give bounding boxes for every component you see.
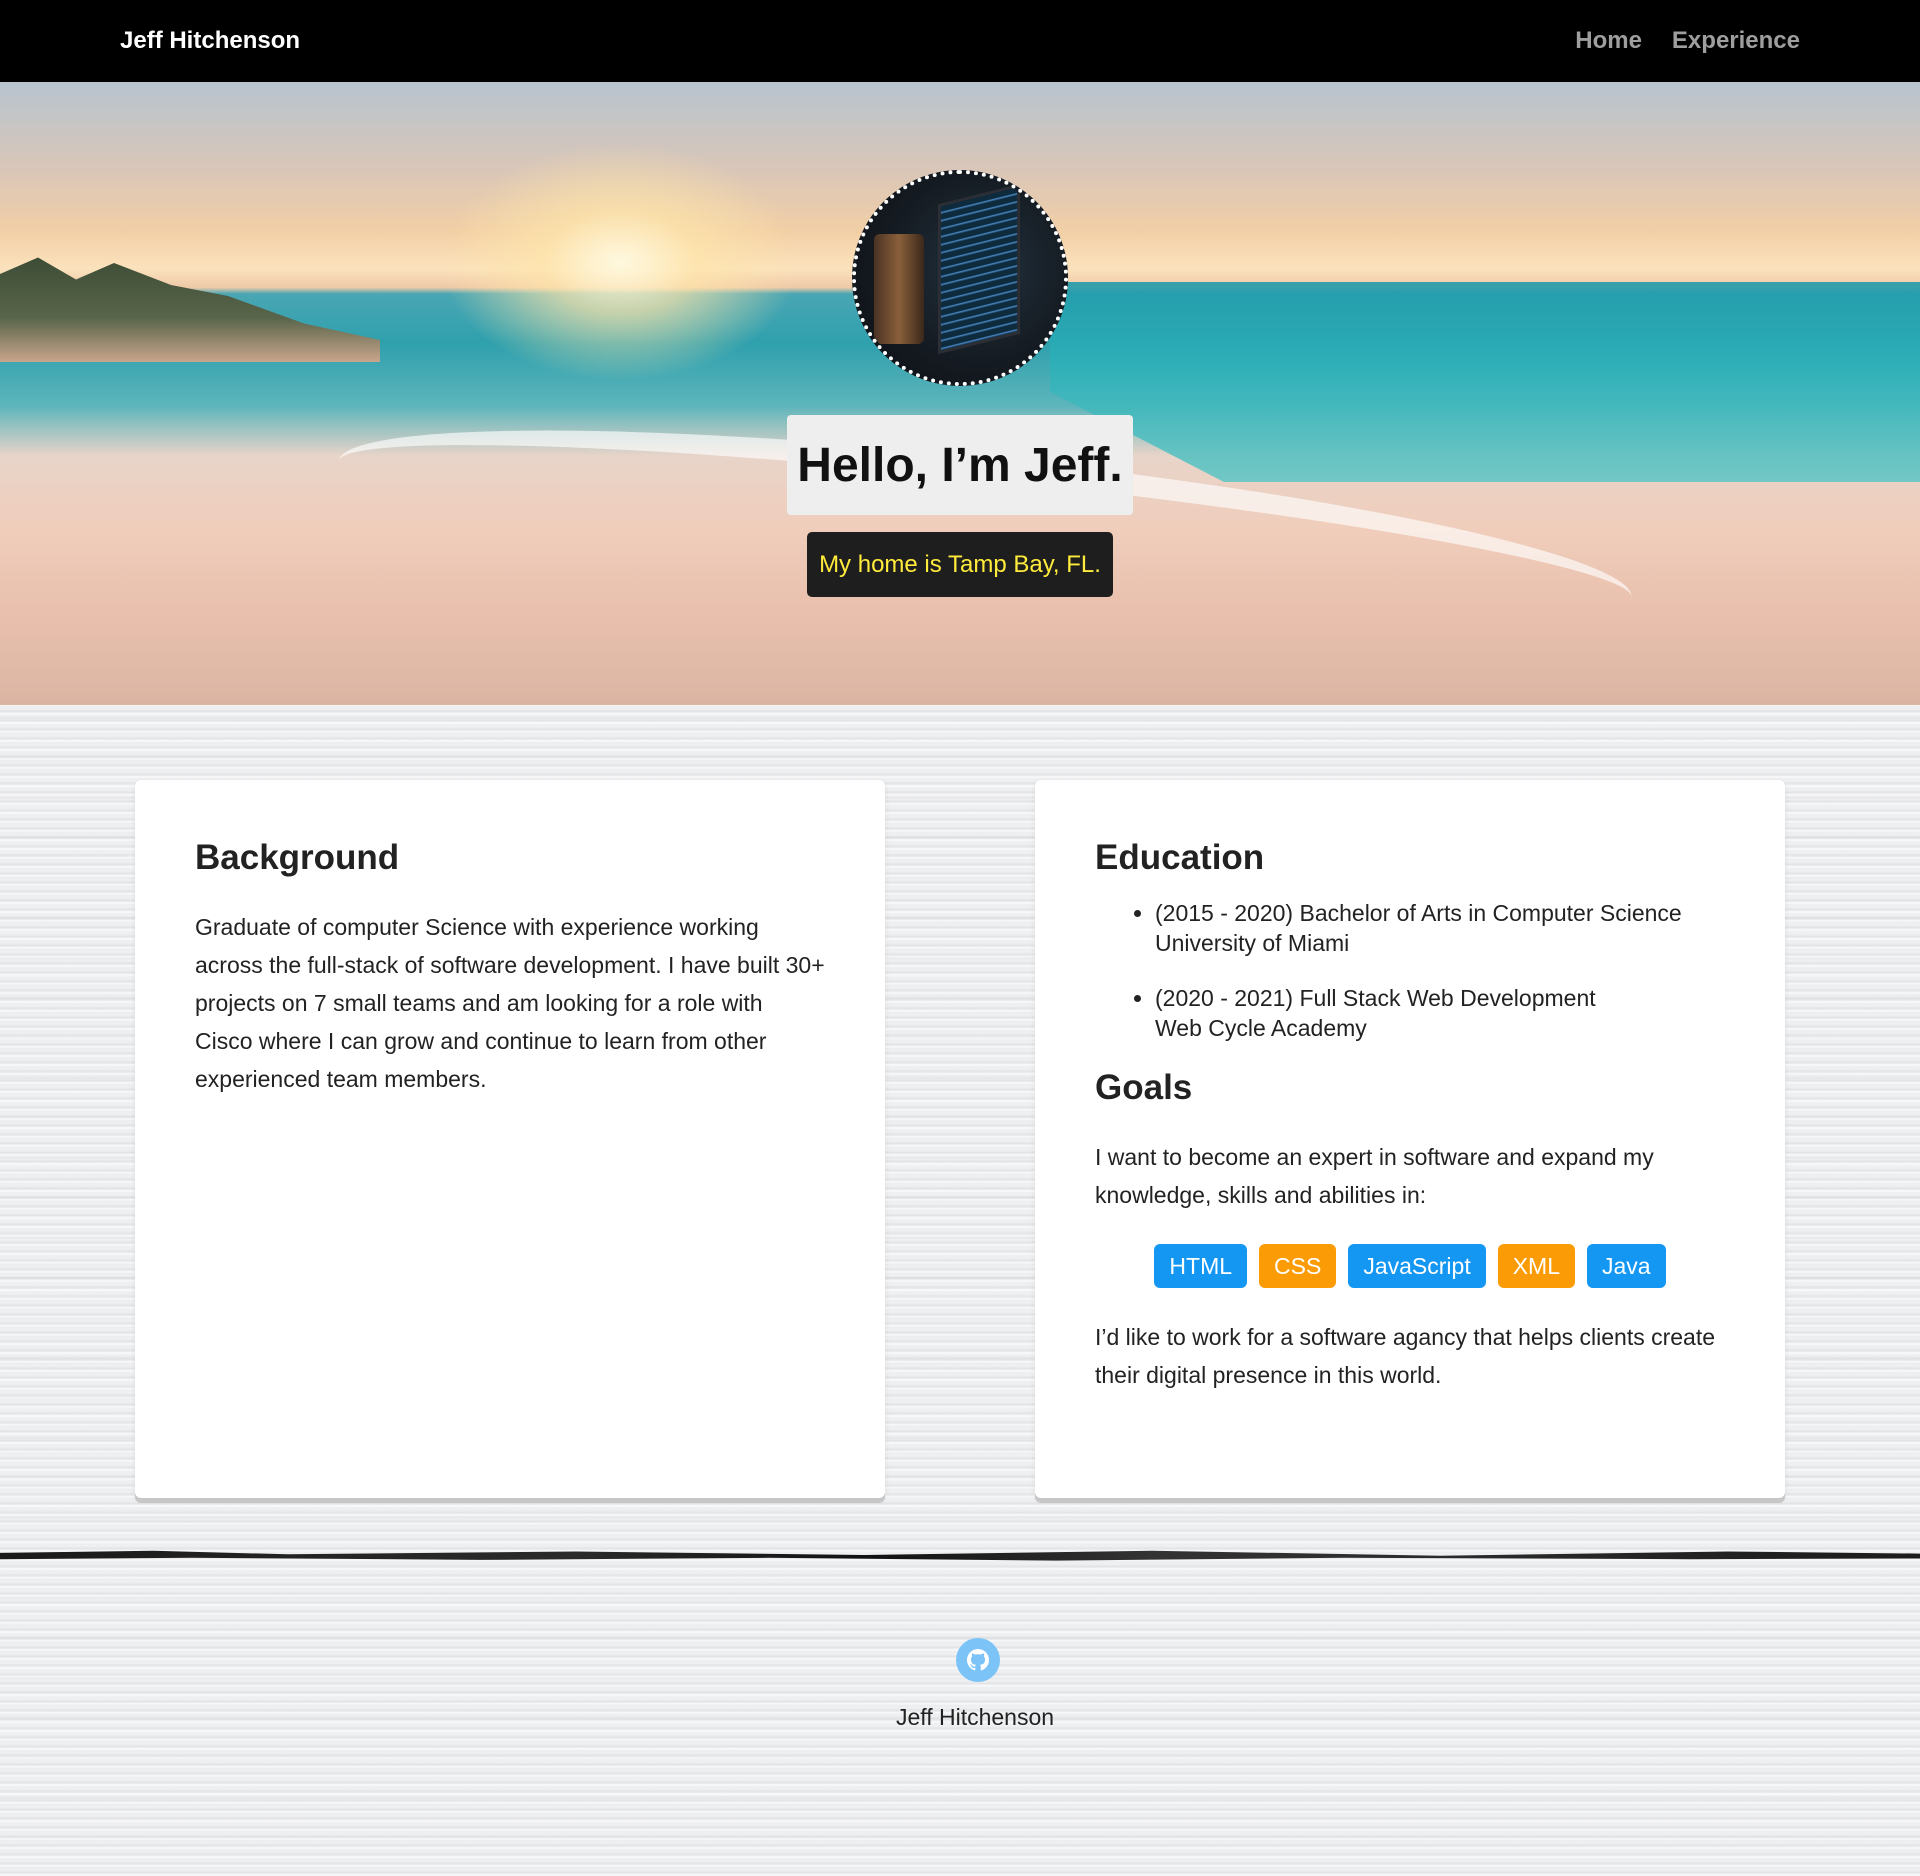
education-school: Web Cycle Academy [1155,1015,1367,1041]
nav-link-experience[interactable]: Experience [1672,27,1800,55]
github-glyph [967,1649,989,1671]
nav-link-home[interactable]: Home [1575,27,1642,55]
education-heading: Education [1095,838,1265,877]
github-icon[interactable] [956,1638,1000,1682]
avatar-pen-cup [874,234,924,344]
background-card: Background Graduate of computer Science … [135,780,885,1498]
tag-java: Java [1587,1244,1666,1288]
hero-banner: Hello, I’m Jeff. My home is Tamp Bay, FL… [0,82,1920,705]
footer-name: Jeff Hitchenson [895,1704,1055,1730]
tag-css: CSS [1259,1244,1337,1288]
brand-link[interactable]: Jeff Hitchenson [120,27,300,55]
education-item: (2015 - 2020) Bachelor of Arts in Comput… [1155,898,1725,958]
avatar-laptop-screen [938,183,1020,355]
hero-title: Hello, I’m Jeff. [787,415,1133,515]
education-item: (2020 - 2021) Full Stack Web Development… [1155,983,1725,1043]
tag-javascript: JavaScript [1348,1244,1486,1288]
goals-heading: Goals [1095,1068,1193,1107]
hero-sea [1050,282,1920,482]
education-degree: (2020 - 2021) Full Stack Web Development [1155,985,1596,1011]
goals-outro: I’d like to work for a software agancy t… [1095,1324,1716,1388]
hero-subtitle: My home is Tamp Bay, FL. [807,532,1113,597]
education-school: University of Miami [1155,930,1350,956]
background-text: Graduate of computer Science with experi… [195,914,825,1092]
hero-island [0,257,380,362]
hero-sun-glow [440,142,800,382]
nav-links: Home Experience [1575,27,1800,55]
tag-html: HTML [1154,1244,1248,1288]
avatar [852,170,1068,386]
education-degree: (2015 - 2020) Bachelor of Arts in Comput… [1155,900,1682,926]
tag-xml: XML [1497,1244,1575,1288]
wood-crack-decoration [0,1550,1920,1561]
background-heading: Background [195,838,400,877]
goals-intro: I want to become an expert in software a… [1095,1144,1654,1208]
navbar: Jeff Hitchenson Home Experience [0,0,1920,82]
skill-tags: HTML CSS JavaScript XML Java [1095,1244,1725,1288]
education-list: (2015 - 2020) Bachelor of Arts in Comput… [1095,898,1725,1043]
education-card: Education (2015 - 2020) Bachelor of Arts… [1035,780,1785,1498]
